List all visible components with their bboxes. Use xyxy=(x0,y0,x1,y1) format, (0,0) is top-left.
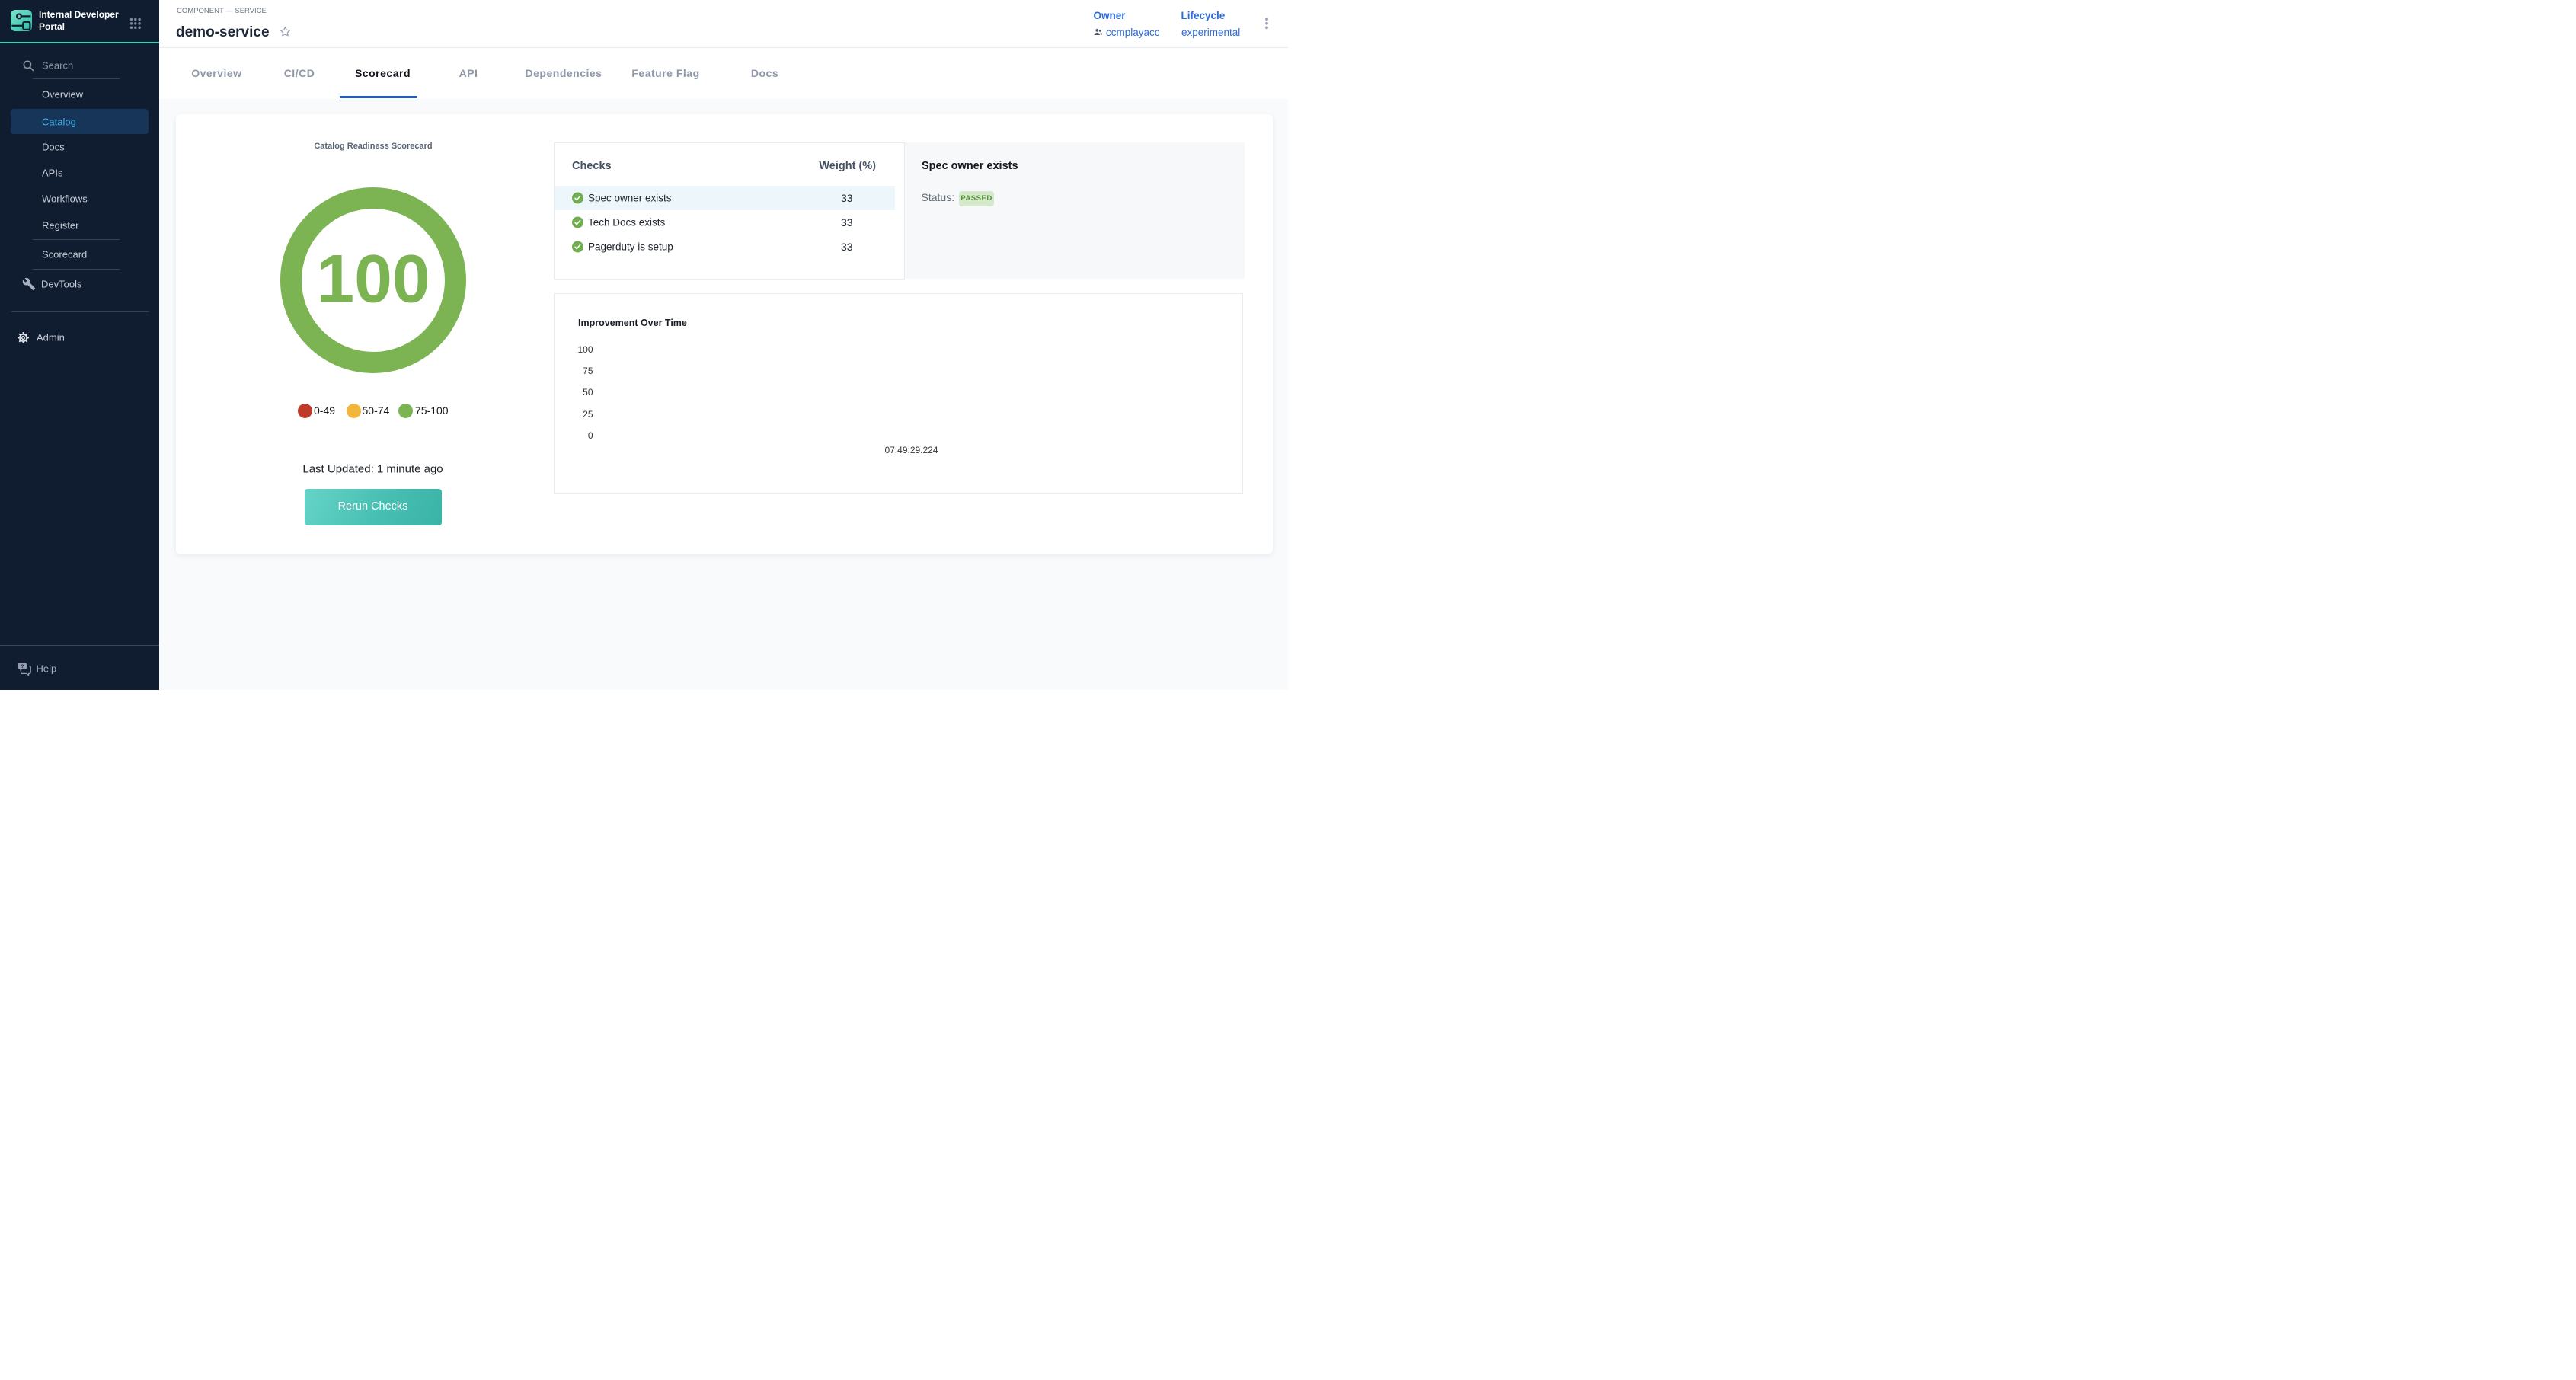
svg-text:?: ? xyxy=(21,664,24,669)
